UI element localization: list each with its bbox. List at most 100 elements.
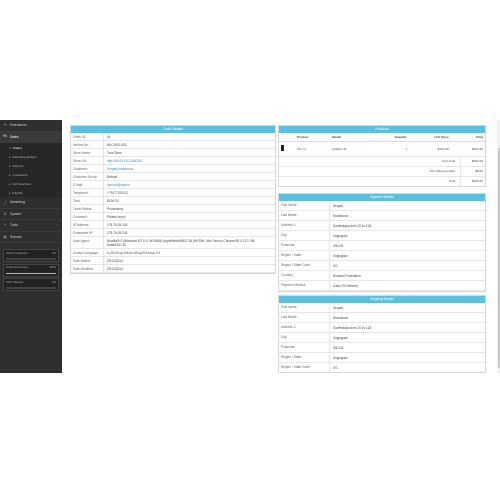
detail-row: User Agent: Mozilla/5.0 (Windows NT 6.3; … xyxy=(71,237,275,249)
detail-value: Sergey xyxy=(333,305,344,310)
detail-value: Please hurry! xyxy=(107,214,126,219)
products-col-quantity: Quantity xyxy=(371,133,410,142)
product-image-col xyxy=(279,133,295,142)
sidebar-item-marketing[interactable]: ⤴ Marketing › xyxy=(0,197,62,209)
sidebar-item-extensions[interactable]: ✣ Extensions › xyxy=(0,120,62,132)
detail-label: Last Name: xyxy=(279,211,330,220)
bullet-icon: ▸ xyxy=(9,190,11,195)
detail-value: Volgograd xyxy=(333,233,348,238)
detail-label: Accept Language: xyxy=(71,249,104,256)
detail-value: $106.00 xyxy=(107,198,119,203)
gear-icon: ⚙ xyxy=(3,211,7,216)
detail-value: ru-RU,ru;q=0.8,en-US;q=0.6,en;q=0.4 xyxy=(107,250,161,255)
sidebar: ✣ Extensions › ⛟ Sales ⌄ ▸ Orders ▸ Recurring Ord… xyxy=(0,120,62,373)
detail-row: First Name: Sergey xyxy=(279,303,485,313)
product-thumb xyxy=(279,142,295,156)
wrench-icon: ✎ xyxy=(3,223,7,228)
sidebar-item-reports[interactable]: ▦ Reports › xyxy=(0,232,62,243)
order-details-panel: Order Details Order ID: #1 Invoice No.: INV… xyxy=(70,125,276,274)
detail-link[interactable]: horizon@mail.ru xyxy=(104,181,275,188)
sidebar-subitem-recurring-orders[interactable]: ▸ Recurring Orders xyxy=(0,152,62,161)
detail-row: Forwarded IP: 178.76.29.243 xyxy=(71,229,275,237)
detail-link[interactable]: http://54.83.192.148/301/ xyxy=(104,157,275,164)
order-stat-progress xyxy=(6,272,56,274)
detail-value: 23/12/2014 xyxy=(107,266,123,271)
sidebar-subitem-orders[interactable]: ▸ Orders xyxy=(0,143,62,152)
detail-label: E-Mail: xyxy=(71,181,104,188)
detail-value: Sergey xyxy=(333,203,344,208)
bullet-icon: ▸ xyxy=(9,154,11,159)
sidebar-subitem-customers[interactable]: ▸ Customers xyxy=(0,170,62,179)
detail-row: First Name: Sergey xyxy=(279,201,485,211)
sidebar-item-label: Extensions xyxy=(10,123,27,128)
detail-label: Comment: xyxy=(71,213,104,220)
detail-value: VG xyxy=(333,365,338,370)
sidebar-subitem-gift-vouchers[interactable]: ▸ Gift Vouchers › xyxy=(0,179,62,188)
detail-value: Volgograd xyxy=(333,355,348,360)
detail-value: Kharkonov xyxy=(333,213,349,218)
chevron-right-icon: › xyxy=(56,223,58,228)
detail-label: Last Name: xyxy=(279,313,330,322)
detail-label: Order Status: xyxy=(71,205,104,212)
products-col-total: Total xyxy=(450,133,485,142)
detail-label: Date Modified: xyxy=(71,265,104,272)
detail-row: Payment Method: Cash On Delivery xyxy=(279,281,485,291)
products-total-value: $101.00 xyxy=(460,156,485,166)
detail-value: Cash On Delivery xyxy=(333,283,358,288)
shipping-details-panel: Shipping Details First Name: Sergey Last N… xyxy=(278,295,486,373)
chevron-right-icon: › xyxy=(56,181,58,186)
detail-row: Date Added: 23/12/2014 xyxy=(71,257,275,265)
chevron-right-icon: › xyxy=(56,234,58,239)
products-header-row: Product Model Quantity Unit Price Total xyxy=(279,133,485,142)
products-total-label: Flat Shipping Rate: xyxy=(429,169,456,173)
detail-label: First Name: xyxy=(279,201,330,210)
sidebar-item-sales[interactable]: ⛟ Sales ⌄ xyxy=(0,131,62,143)
detail-value: Mozilla/5.0 (Windows NT 6.3; WOW64) Appl… xyxy=(107,238,255,247)
product-row: iPhone product 11 1 $101.00 $101.00 xyxy=(279,142,485,156)
detail-row: City: Volgograd xyxy=(279,231,485,241)
detail-value: Volgograd xyxy=(333,253,348,258)
detail-label: Region / State Code: xyxy=(279,261,330,270)
detail-value: Processing xyxy=(107,206,123,211)
chevron-right-icon: › xyxy=(56,190,58,195)
detail-value: 178.76.29.243 xyxy=(107,230,128,235)
bullet-icon: ▸ xyxy=(9,172,11,177)
detail-label: Region / State Code: xyxy=(279,363,330,372)
sidebar-subitem-label: Recurring Orders xyxy=(12,154,37,159)
order-stat-progress xyxy=(6,287,56,289)
sidebar-nav: ✣ Extensions › ⛟ Sales ⌄ ▸ Orders ▸ Recurring Ord… xyxy=(0,120,62,243)
order-stat: Orders Completed 0% xyxy=(3,249,59,262)
sidebar-subitem-returns[interactable]: ▸ Returns xyxy=(0,161,62,170)
order-stats: Orders Completed 0% Orders Processing 100% O… xyxy=(0,249,62,291)
products-heading: Products xyxy=(279,126,485,133)
shipping-details-heading: Shipping Details xyxy=(279,296,485,303)
sidebar-item-system[interactable]: ⚙ System › xyxy=(0,209,62,220)
detail-label: Country: xyxy=(279,271,330,280)
detail-label: Date Added: xyxy=(71,257,104,264)
detail-row: Country: Russian Federation xyxy=(279,271,485,281)
detail-row: Order Status: Processing xyxy=(71,205,275,213)
detail-row: Region / State Code: VG xyxy=(279,261,485,271)
puzzle-icon: ✣ xyxy=(3,123,7,128)
detail-label: Postcode: xyxy=(279,343,330,352)
detail-link[interactable]: Sergey Kharkonov xyxy=(104,165,275,172)
sidebar-subitem-label: Customers xyxy=(12,172,28,177)
products-col-model: Model xyxy=(330,133,372,142)
products-total-label: Sub-Total: xyxy=(442,159,456,163)
detail-value: Your Store xyxy=(107,150,122,155)
detail-value: 178.76.29.243 xyxy=(107,222,128,227)
products-col-product: Product xyxy=(294,133,331,142)
detail-value: 400131 xyxy=(333,345,344,350)
sidebar-item-tools[interactable]: ✎ Tools › xyxy=(0,220,62,232)
order-info-page: ✣ Extensions › ⛟ Sales ⌄ ▸ Orders ▸ Recurring Ord… xyxy=(0,120,500,373)
detail-label: User Agent: xyxy=(71,237,104,248)
sidebar-subitem-paypal[interactable]: ▸ PayPal › xyxy=(0,188,62,197)
detail-value: Russian Federation xyxy=(333,273,361,278)
product-name-link[interactable]: iPhone xyxy=(295,142,330,156)
detail-label: Customer Group: xyxy=(71,173,104,180)
order-stat-percent: 0% xyxy=(52,280,56,284)
detail-row: Total: $106.00 xyxy=(71,197,275,205)
shipping-details-table: First Name: Sergey Last Name: Kharkonov Addr… xyxy=(279,303,485,372)
scrollbar-thumb[interactable] xyxy=(497,148,500,368)
detail-label: Invoice No.: xyxy=(71,141,104,148)
